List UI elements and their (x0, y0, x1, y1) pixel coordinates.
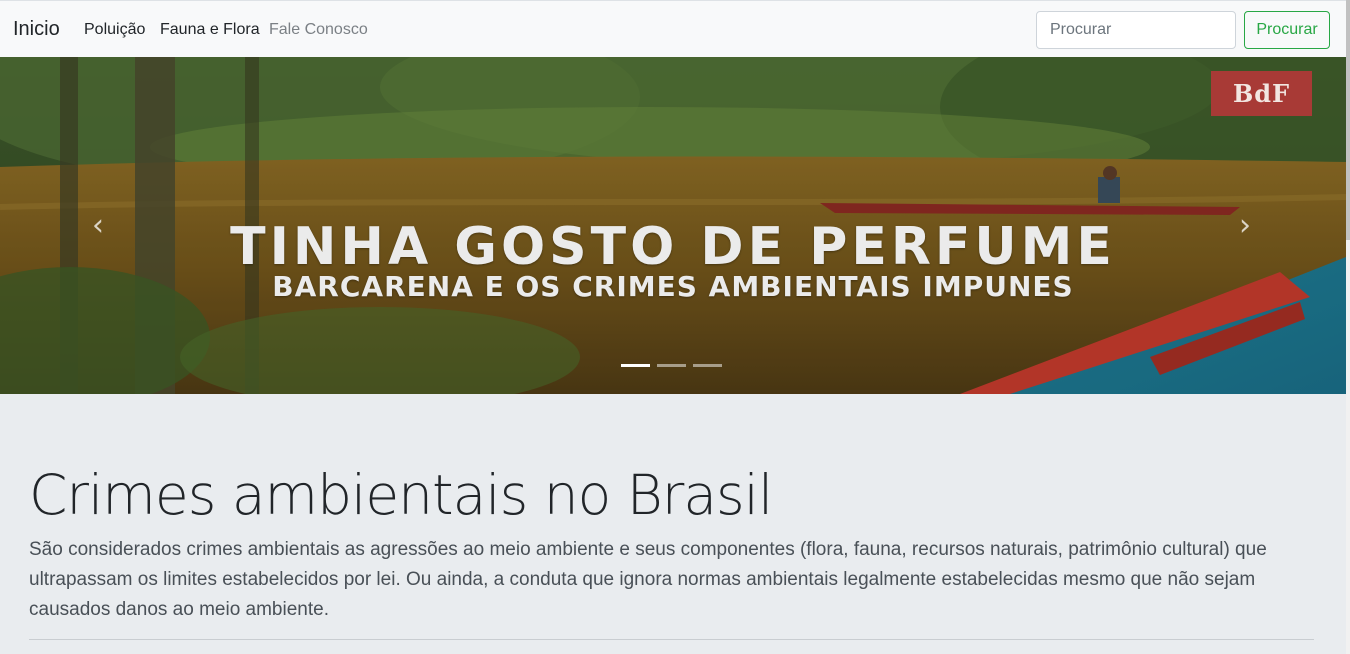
carousel-prev-button[interactable]: ‹ (83, 207, 113, 243)
search-button[interactable]: Procurar (1244, 11, 1330, 49)
divider (29, 639, 1314, 640)
navbar: Inicio Poluição Fauna e Flora Fale Conos… (0, 0, 1346, 57)
slide-subtitle: BARCARENA E OS CRIMES AMBIENTAIS IMPUNES (272, 270, 1074, 303)
carousel: BdF TINHA GOSTO DE PERFUME BARCARENA E O… (0, 57, 1346, 394)
chevron-left-icon: ‹ (92, 207, 104, 243)
page-title: Crimes ambientais no Brasil (29, 463, 773, 527)
nav-link-fale-conosco[interactable]: Fale Conosco (269, 20, 368, 40)
page-scrollbar[interactable] (1346, 0, 1350, 654)
carousel-next-button[interactable]: › (1230, 207, 1260, 243)
lead-paragraph: São considerados crimes ambientais as ag… (29, 539, 1267, 620)
nav-link-fauna-flora[interactable]: Fauna e Flora (160, 20, 260, 40)
carousel-indicator-3[interactable] (693, 364, 722, 367)
bdf-logo: BdF (1211, 71, 1312, 116)
chevron-right-icon: › (1239, 207, 1251, 243)
scrollbar-thumb[interactable] (1346, 0, 1350, 240)
search-input[interactable] (1036, 11, 1236, 49)
brand-link[interactable]: Inicio (13, 17, 60, 41)
slide-title: TINHA GOSTO DE PERFUME (230, 217, 1116, 277)
carousel-indicator-2[interactable] (657, 364, 686, 367)
nav-link-poluicao[interactable]: Poluição (84, 20, 145, 40)
carousel-indicator-1[interactable] (621, 364, 650, 367)
carousel-indicators (621, 364, 722, 367)
